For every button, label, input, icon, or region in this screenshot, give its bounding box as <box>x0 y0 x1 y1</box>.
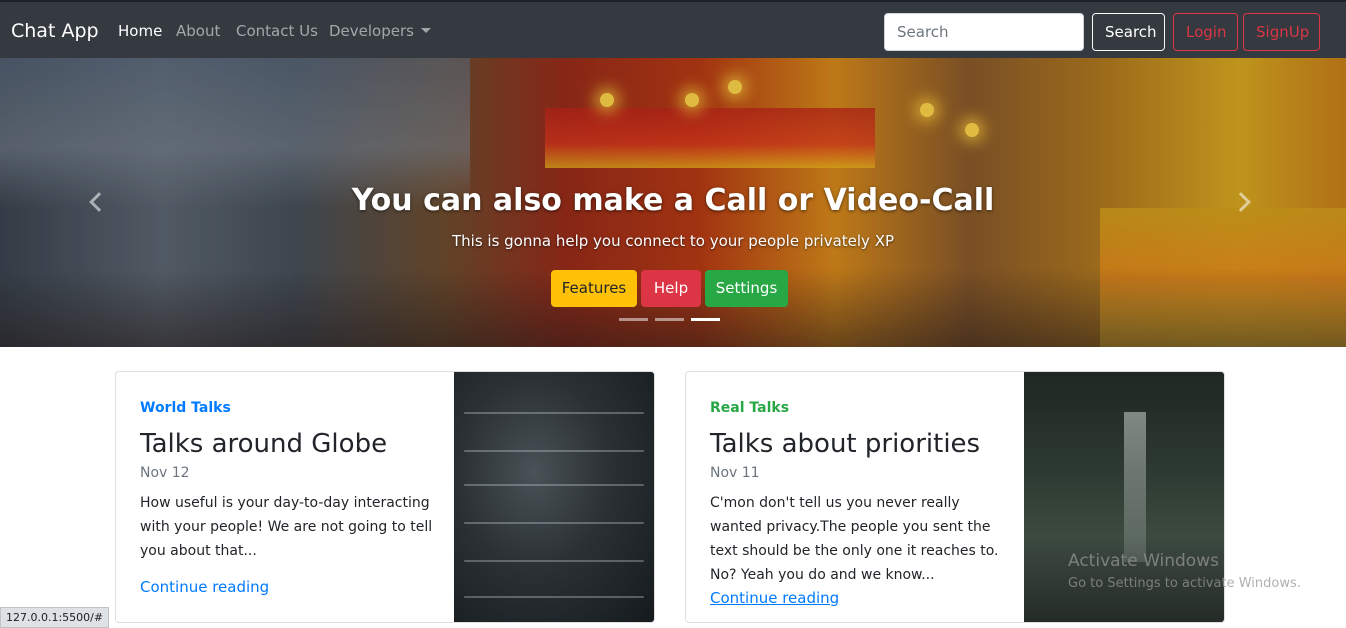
card-body: World Talks Talks around Globe Nov 12 Ho… <box>140 372 440 622</box>
card-category: World Talks <box>140 400 231 416</box>
carousel-indicator-2[interactable] <box>655 318 684 321</box>
card-body: Real Talks Talks about priorities Nov 11… <box>710 372 1010 622</box>
card-title: Talks about priorities <box>710 429 981 459</box>
carousel-indicator-3[interactable] <box>691 318 720 321</box>
brand-logo[interactable]: Chat App <box>11 20 99 42</box>
card-category: Real Talks <box>710 400 790 416</box>
features-button[interactable]: Features <box>551 270 637 307</box>
activate-windows-title: Activate Windows <box>1068 551 1219 571</box>
activate-windows-subtitle: Go to Settings to activate Windows. <box>1068 576 1301 591</box>
settings-button[interactable]: Settings <box>705 270 788 307</box>
nav-link-contact[interactable]: Contact Us <box>236 22 318 40</box>
continue-reading-link[interactable]: Continue reading <box>710 589 839 607</box>
search-input[interactable] <box>884 13 1084 51</box>
hero-carousel: You can also make a Call or Video-Call T… <box>0 58 1346 347</box>
nav-link-home[interactable]: Home <box>118 22 162 40</box>
carousel-caption-title: You can also make a Call or Video-Call <box>351 183 995 218</box>
nav-dropdown-developers[interactable]: Developers <box>329 22 431 40</box>
search-button[interactable]: Search <box>1092 13 1165 51</box>
help-button[interactable]: Help <box>641 270 701 307</box>
card-image-ocean <box>454 372 654 622</box>
status-bar-url: 127.0.0.1:5500/# <box>0 607 110 628</box>
chevron-down-icon <box>420 28 431 33</box>
card-date: Nov 11 <box>710 465 760 481</box>
signup-button[interactable]: SignUp <box>1243 13 1320 51</box>
login-button[interactable]: Login <box>1173 13 1238 51</box>
navbar: Chat App Home About Contact Us Developer… <box>0 0 1346 58</box>
card-text: C'mon don't tell us you never really wan… <box>710 495 999 583</box>
nav-link-about[interactable]: About <box>176 22 220 40</box>
continue-reading-link[interactable]: Continue reading <box>140 578 269 596</box>
card-title: Talks around Globe <box>140 429 388 459</box>
nav-dropdown-developers-label: Developers <box>329 22 414 40</box>
card-date: Nov 12 <box>140 465 190 481</box>
carousel-caption-text: This is gonna help you connect to your p… <box>451 232 895 250</box>
carousel-indicator-1[interactable] <box>619 318 648 321</box>
blog-card: World Talks Talks around Globe Nov 12 Ho… <box>115 371 655 623</box>
card-text: How useful is your day-to-day interactin… <box>140 495 433 559</box>
